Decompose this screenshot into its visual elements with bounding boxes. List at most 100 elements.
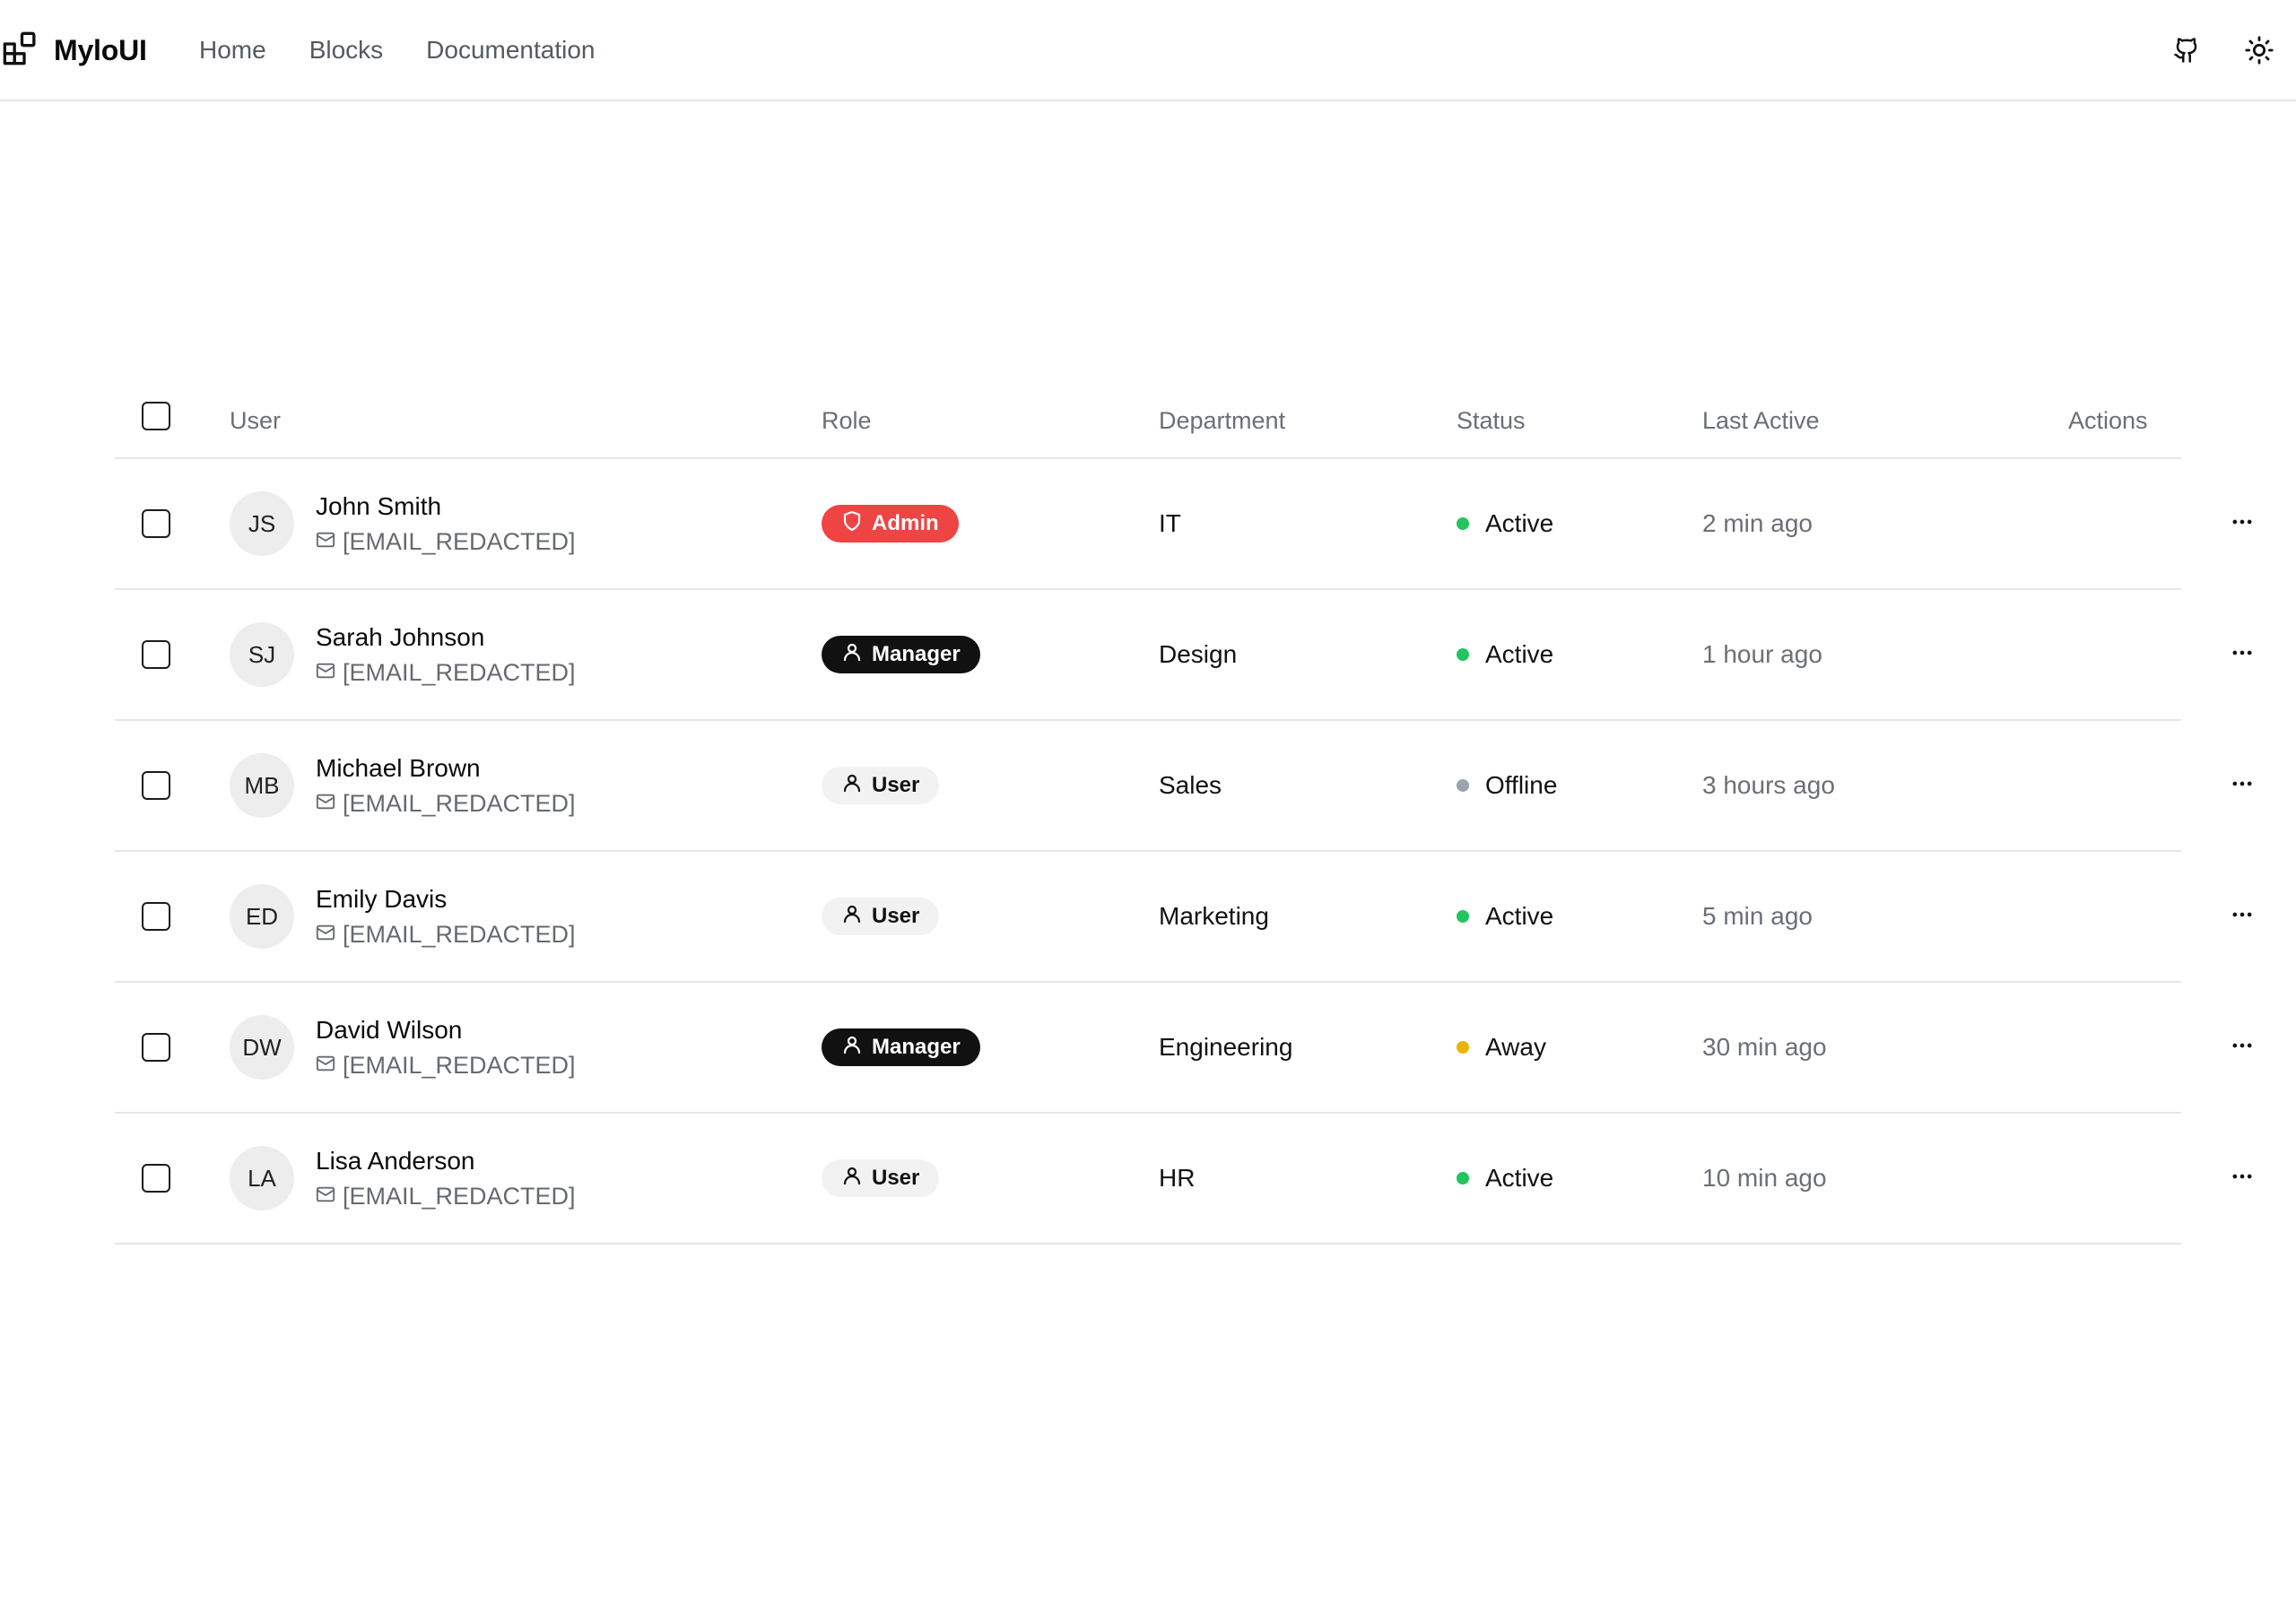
user-icon bbox=[841, 1034, 863, 1062]
table-row-2: SJ Sarah Johnson [EMAIL_REDACTED] Manage… bbox=[115, 590, 2252, 721]
sun-icon[interactable] bbox=[2239, 30, 2279, 70]
users-table: User Role Department Status Last Active … bbox=[115, 384, 2252, 1245]
column-header-status[interactable]: Status bbox=[1457, 407, 1526, 435]
avatar: SJ bbox=[230, 622, 294, 687]
row-select-checkbox[interactable] bbox=[142, 509, 170, 538]
user-cell: MB Michael Brown [EMAIL_REDACTED] bbox=[230, 721, 576, 850]
more-horizontal-icon bbox=[2230, 771, 2255, 801]
user-email: [EMAIL_REDACTED] bbox=[316, 921, 576, 949]
last-active-text: 3 hours ago bbox=[1702, 771, 1835, 799]
user-name: Emily Davis bbox=[316, 884, 448, 913]
table-row-1: JS John Smith [EMAIL_REDACTED] Admin IT … bbox=[115, 459, 2252, 590]
role-label: User bbox=[872, 1166, 920, 1190]
table-row-6: LA Lisa Anderson [EMAIL_REDACTED] User H… bbox=[115, 1114, 2252, 1245]
avatar-initials: ED bbox=[245, 902, 279, 930]
status-text: Active bbox=[1485, 902, 1554, 930]
department-text: HR bbox=[1159, 1164, 1196, 1192]
table-header-row: User Role Department Status Last Active … bbox=[115, 384, 2181, 459]
last-active-text: 30 min ago bbox=[1702, 1033, 1827, 1061]
avatar: DW bbox=[230, 1015, 294, 1080]
avatar-initials: MB bbox=[244, 771, 280, 799]
avatar: MB bbox=[230, 753, 294, 818]
user-name: David Wilson bbox=[316, 1015, 463, 1044]
user-name: Sarah Johnson bbox=[316, 622, 485, 651]
shield-icon bbox=[841, 510, 863, 538]
email-text: [EMAIL_REDACTED] bbox=[343, 920, 576, 948]
github-icon[interactable] bbox=[2167, 30, 2206, 70]
more-actions-button[interactable] bbox=[2230, 766, 2255, 805]
more-actions-button[interactable] bbox=[2230, 897, 2255, 936]
nav-link-blocks[interactable]: Blocks bbox=[309, 36, 383, 65]
user-cell: DW David Wilson [EMAIL_REDACTED] bbox=[230, 983, 576, 1112]
column-header-department[interactable]: Department bbox=[1159, 407, 1285, 435]
user-cell: JS John Smith [EMAIL_REDACTED] bbox=[230, 459, 576, 588]
nav-link-documentation[interactable]: Documentation bbox=[426, 36, 595, 65]
status-dot-icon bbox=[1457, 1041, 1469, 1054]
more-horizontal-icon bbox=[2230, 1033, 2255, 1063]
user-icon bbox=[841, 772, 863, 800]
department-text: Sales bbox=[1159, 771, 1222, 799]
column-header-user[interactable]: User bbox=[230, 407, 281, 435]
row-select-checkbox[interactable] bbox=[142, 902, 170, 931]
row-select-checkbox[interactable] bbox=[142, 771, 170, 800]
status-cell: Active bbox=[1457, 590, 1553, 719]
role-label: User bbox=[872, 904, 920, 928]
more-actions-button[interactable] bbox=[2230, 1028, 2255, 1067]
user-email: [EMAIL_REDACTED] bbox=[316, 1183, 576, 1210]
more-horizontal-icon bbox=[2230, 1164, 2255, 1193]
nav-link-home[interactable]: Home bbox=[199, 36, 266, 65]
status-text: Away bbox=[1485, 1033, 1546, 1061]
user-icon bbox=[841, 1165, 863, 1193]
mail-icon bbox=[316, 1183, 335, 1210]
department-text: IT bbox=[1159, 509, 1181, 537]
column-header-actions: Actions bbox=[2068, 406, 2148, 434]
user-name: John Smith bbox=[316, 491, 442, 520]
more-horizontal-icon bbox=[2230, 640, 2255, 670]
status-text: Active bbox=[1485, 1164, 1554, 1192]
user-email: [EMAIL_REDACTED] bbox=[316, 659, 576, 687]
more-actions-button[interactable] bbox=[2230, 504, 2255, 543]
status-text: Active bbox=[1485, 509, 1554, 537]
avatar-initials: JS bbox=[248, 509, 276, 537]
avatar-initials: DW bbox=[242, 1033, 282, 1061]
role-label: Manager bbox=[872, 642, 961, 666]
column-header-role[interactable]: Role bbox=[822, 407, 872, 435]
last-active-text: 2 min ago bbox=[1702, 509, 1813, 537]
status-dot-icon bbox=[1457, 910, 1469, 923]
role-badge: Manager bbox=[822, 636, 980, 673]
last-active-text: 1 hour ago bbox=[1702, 640, 1822, 668]
user-name: Lisa Anderson bbox=[316, 1146, 475, 1175]
row-select-checkbox[interactable] bbox=[142, 640, 170, 669]
row-select-checkbox[interactable] bbox=[142, 1164, 170, 1193]
column-header-last-active[interactable]: Last Active bbox=[1702, 407, 1820, 435]
role-badge: User bbox=[822, 1159, 940, 1197]
select-all-checkbox[interactable] bbox=[142, 402, 170, 430]
more-actions-button[interactable] bbox=[2230, 635, 2255, 674]
avatar: ED bbox=[230, 884, 294, 949]
user-cell: SJ Sarah Johnson [EMAIL_REDACTED] bbox=[230, 590, 576, 719]
status-dot-icon bbox=[1457, 648, 1469, 661]
email-text: [EMAIL_REDACTED] bbox=[343, 658, 576, 686]
role-badge: Admin bbox=[822, 505, 959, 542]
brand-name: MyloUI bbox=[54, 33, 147, 66]
department-text: Marketing bbox=[1159, 902, 1269, 930]
avatar: JS bbox=[230, 491, 294, 556]
brand[interactable]: MyloUI bbox=[2, 30, 147, 70]
user-email: [EMAIL_REDACTED] bbox=[316, 528, 576, 556]
table-row-5: DW David Wilson [EMAIL_REDACTED] Manager… bbox=[115, 983, 2252, 1114]
mail-icon bbox=[316, 528, 335, 556]
mail-icon bbox=[316, 790, 335, 818]
avatar-initials: SJ bbox=[248, 640, 276, 668]
row-select-checkbox[interactable] bbox=[142, 1033, 170, 1062]
status-dot-icon bbox=[1457, 517, 1469, 530]
more-actions-button[interactable] bbox=[2230, 1158, 2255, 1198]
email-text: [EMAIL_REDACTED] bbox=[343, 789, 576, 817]
user-icon bbox=[841, 641, 863, 669]
role-badge: Manager bbox=[822, 1028, 980, 1066]
table-row-4: ED Emily Davis [EMAIL_REDACTED] User Mar… bbox=[115, 852, 2252, 983]
role-label: User bbox=[872, 773, 920, 797]
status-text: Active bbox=[1485, 640, 1554, 668]
last-active-text: 5 min ago bbox=[1702, 902, 1813, 930]
avatar: LA bbox=[230, 1146, 294, 1210]
main-nav: Home Blocks Documentation bbox=[199, 30, 596, 70]
